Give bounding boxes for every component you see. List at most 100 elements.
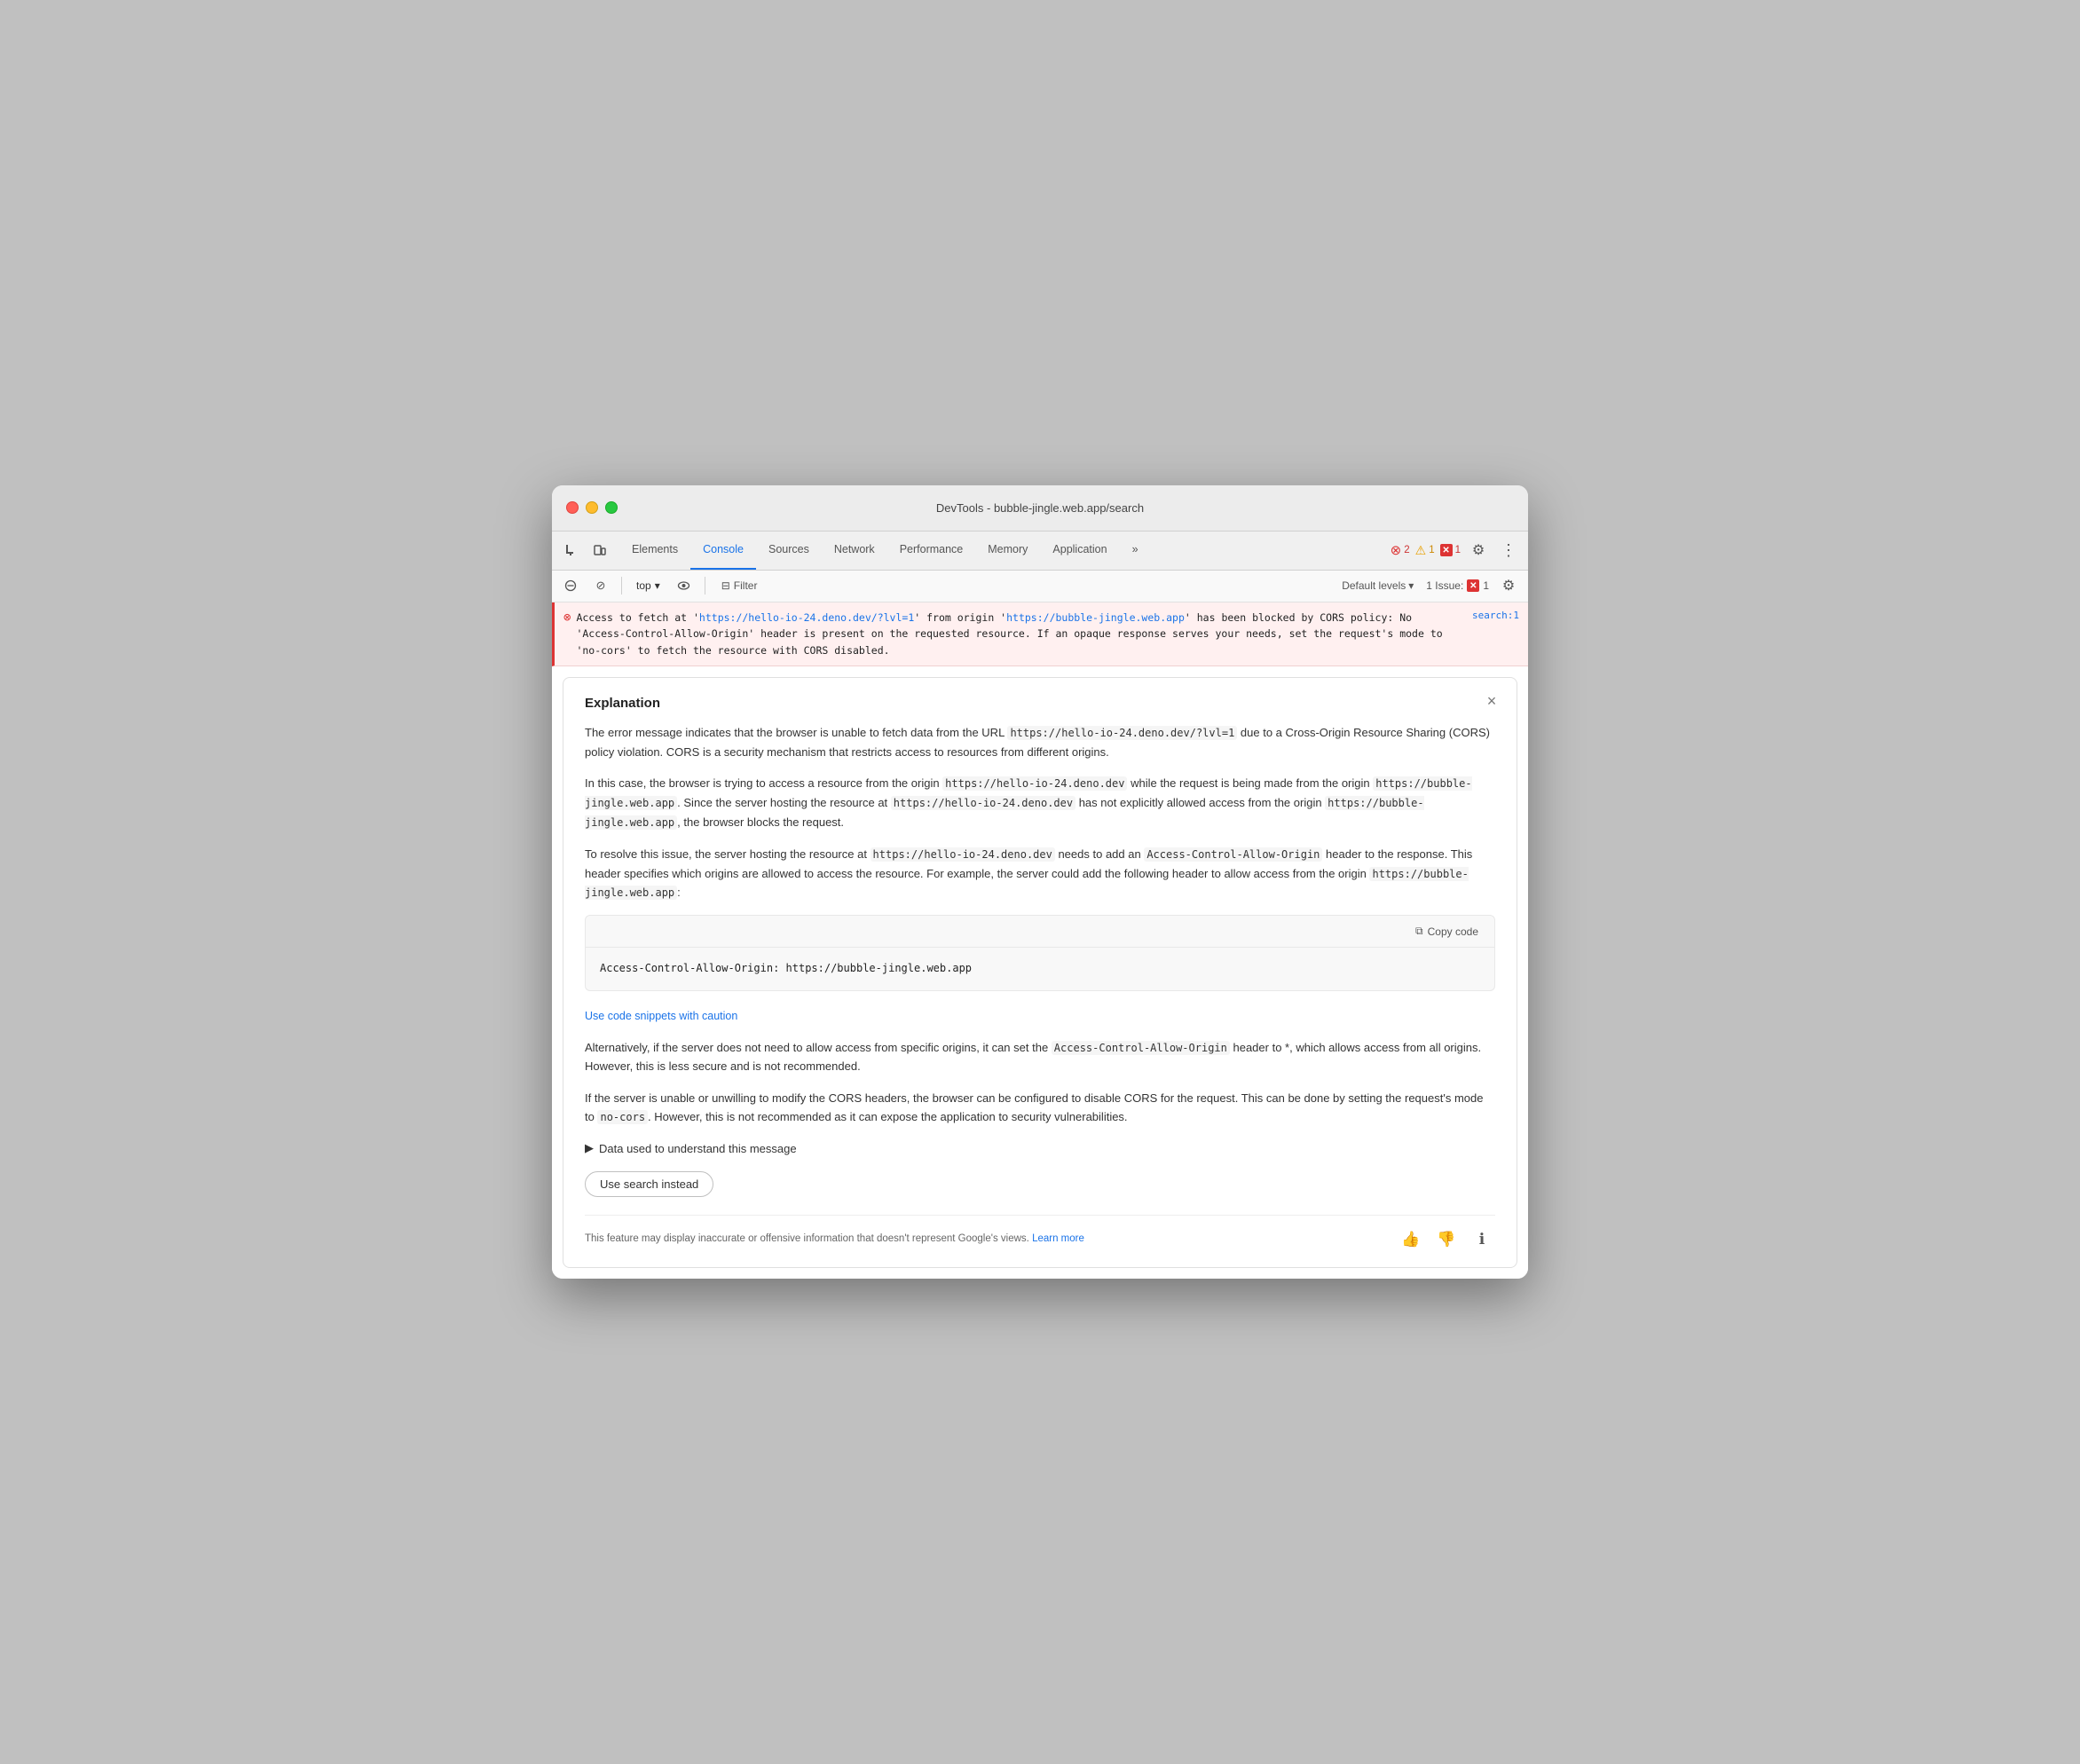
code-block-header: ⧉ Copy code — [586, 916, 1494, 948]
close-explanation-button[interactable]: × — [1481, 690, 1502, 712]
toolbar-separator — [621, 577, 622, 595]
tab-bar-right: ⊗ 2 ⚠ 1 ✕ 1 ⚙ ⋮ — [1391, 538, 1521, 563]
console-settings-icon[interactable]: ⚙ — [1496, 573, 1521, 598]
error-count: 2 — [1404, 545, 1409, 555]
default-levels-label: Default levels — [1342, 579, 1406, 592]
warning-triangle-icon: ⚠ — [1415, 543, 1427, 558]
tab-memory[interactable]: Memory — [975, 531, 1040, 570]
cors-error-row: ⊗ Access to fetch at 'https://hello-io-2… — [552, 602, 1528, 666]
cors-error-message: Access to fetch at 'https://hello-io-24.… — [576, 610, 1467, 658]
device-icon[interactable] — [587, 538, 612, 563]
explanation-panel: Explanation × The error message indicate… — [563, 677, 1517, 1268]
console-content: ⊗ Access to fetch at 'https://hello-io-2… — [552, 602, 1528, 1279]
para3-code1: https://hello-io-24.deno.dev — [871, 847, 1055, 862]
console-issue-badge[interactable]: 1 Issue: ✕ 1 — [1426, 579, 1489, 592]
default-levels-chevron: ▾ — [1408, 579, 1414, 592]
thumbs-down-button[interactable]: 👎 — [1433, 1226, 1460, 1253]
code-snippet-text: Access-Control-Allow-Origin: https://bub… — [600, 962, 972, 974]
thumbs-up-button[interactable]: 👍 — [1398, 1226, 1424, 1253]
use-search-container: Use search instead — [585, 1164, 1495, 1211]
info-circle-icon: ℹ — [1479, 1227, 1485, 1252]
close-window-button[interactable] — [566, 501, 579, 514]
para2-code3: https://hello-io-24.deno.dev — [891, 796, 1075, 810]
error-source-link[interactable]: search:1 — [1472, 610, 1519, 621]
copy-code-button[interactable]: ⧉ Copy code — [1408, 921, 1485, 941]
thumbs-down-icon: 👎 — [1437, 1227, 1455, 1252]
use-search-instead-button[interactable]: Use search instead — [585, 1171, 713, 1197]
issue-count: 1 — [1455, 545, 1461, 555]
error-circle-icon: ⊗ — [1391, 542, 1402, 558]
clear-console-icon[interactable] — [559, 574, 582, 597]
data-disclosure: ▶ Data used to understand this message — [585, 1141, 1495, 1155]
context-label: top — [636, 579, 651, 592]
maximize-window-button[interactable] — [605, 501, 618, 514]
explanation-title: Explanation — [585, 696, 1495, 711]
code-snippet: Access-Control-Allow-Origin: https://bub… — [586, 948, 1494, 990]
code-block: ⧉ Copy code Access-Control-Allow-Origin:… — [585, 915, 1495, 991]
block-icon[interactable]: ⊘ — [589, 574, 612, 597]
traffic-lights — [566, 501, 618, 514]
context-selector[interactable]: top ▾ — [631, 578, 666, 594]
context-chevron: ▾ — [655, 579, 660, 592]
console-toolbar: ⊘ top ▾ ⊟ Filter Default levels ▾ 1 Issu… — [552, 571, 1528, 602]
explanation-para2: In this case, the browser is trying to a… — [585, 774, 1495, 831]
disclaimer-text: This feature may display inaccurate or o… — [585, 1232, 1398, 1247]
issue-square-icon: ✕ — [1440, 544, 1453, 556]
issue-badge[interactable]: ✕ 1 — [1440, 544, 1461, 556]
copy-code-label: Copy code — [1428, 925, 1478, 938]
copy-icon: ⧉ — [1415, 925, 1423, 938]
title-bar: DevTools - bubble-jingle.web.app/search — [552, 485, 1528, 532]
disclosure-toggle-button[interactable]: ▶ Data used to understand this message — [585, 1141, 797, 1155]
explanation-para5: If the server is unable or unwilling to … — [585, 1089, 1495, 1127]
error-url2-link[interactable]: https://bubble-jingle.web.app — [1006, 611, 1185, 624]
explanation-para3: To resolve this issue, the server hostin… — [585, 845, 1495, 902]
error-badge[interactable]: ⊗ 2 — [1391, 542, 1410, 558]
warning-count: 1 — [1429, 545, 1434, 555]
use-search-label: Use search instead — [600, 1177, 698, 1191]
minimize-window-button[interactable] — [586, 501, 598, 514]
filter-button[interactable]: ⊟ Filter — [714, 578, 765, 594]
learn-more-link[interactable]: Learn more — [1032, 1233, 1084, 1244]
filter-label: Filter — [734, 579, 758, 592]
tab-more[interactable]: » — [1120, 531, 1151, 570]
more-options-icon[interactable]: ⋮ — [1496, 538, 1521, 563]
warning-badge[interactable]: ⚠ 1 — [1415, 543, 1435, 558]
info-button[interactable]: ℹ — [1469, 1226, 1495, 1253]
disclosure-label: Data used to understand this message — [599, 1142, 797, 1155]
default-levels-dropdown[interactable]: Default levels ▾ — [1336, 578, 1419, 594]
tab-performance[interactable]: Performance — [887, 531, 976, 570]
para3-code3: https://bubble-jingle.web.app — [585, 867, 1469, 901]
devtools-tab-bar: Elements Console Sources Network Perform… — [552, 532, 1528, 571]
para5-code1: no-cors — [597, 1110, 648, 1124]
tab-application[interactable]: Application — [1040, 531, 1119, 570]
eye-icon[interactable] — [673, 574, 696, 597]
para2-code1: https://hello-io-24.deno.dev — [942, 776, 1127, 791]
tab-console[interactable]: Console — [690, 531, 756, 570]
disclaimer-message: This feature may display inaccurate or o… — [585, 1233, 1029, 1244]
disclosure-arrow-icon: ▶ — [585, 1141, 594, 1155]
para3-code2: Access-Control-Allow-Origin — [1144, 847, 1322, 862]
tab-sources[interactable]: Sources — [756, 531, 822, 570]
tab-network[interactable]: Network — [822, 531, 887, 570]
console-toolbar-right: Default levels ▾ 1 Issue: ✕ 1 ⚙ — [1336, 573, 1521, 598]
tab-icon-group — [559, 538, 612, 563]
console-issue-count: 1 — [1483, 579, 1489, 592]
disclaimer-footer: This feature may display inaccurate or o… — [585, 1215, 1495, 1253]
tab-elements[interactable]: Elements — [619, 531, 690, 570]
explanation-body: The error message indicates that the bro… — [585, 723, 1495, 1253]
explanation-para4: Alternatively, if the server does not ne… — [585, 1038, 1495, 1076]
error-url1-link[interactable]: https://hello-io-24.deno.dev/?lvl=1 — [699, 611, 914, 624]
devtools-window: DevTools - bubble-jingle.web.app/search … — [552, 485, 1528, 1279]
filter-icon: ⊟ — [721, 579, 730, 592]
tab-list: Elements Console Sources Network Perform… — [619, 531, 1391, 570]
window-title: DevTools - bubble-jingle.web.app/search — [936, 501, 1144, 515]
para1-code1: https://hello-io-24.deno.dev/?lvl=1 — [1007, 726, 1237, 740]
thumbs-up-icon: 👍 — [1401, 1227, 1420, 1252]
use-code-snippets-caution-link[interactable]: Use code snippets with caution — [585, 1007, 737, 1026]
para4-code1: Access-Control-Allow-Origin — [1052, 1041, 1230, 1055]
console-issue-label: 1 Issue: — [1426, 579, 1463, 592]
feedback-buttons: 👍 👎 ℹ — [1398, 1226, 1495, 1253]
cursor-icon[interactable] — [559, 538, 584, 563]
settings-icon[interactable]: ⚙ — [1466, 538, 1491, 563]
console-issue-icon: ✕ — [1467, 579, 1479, 592]
